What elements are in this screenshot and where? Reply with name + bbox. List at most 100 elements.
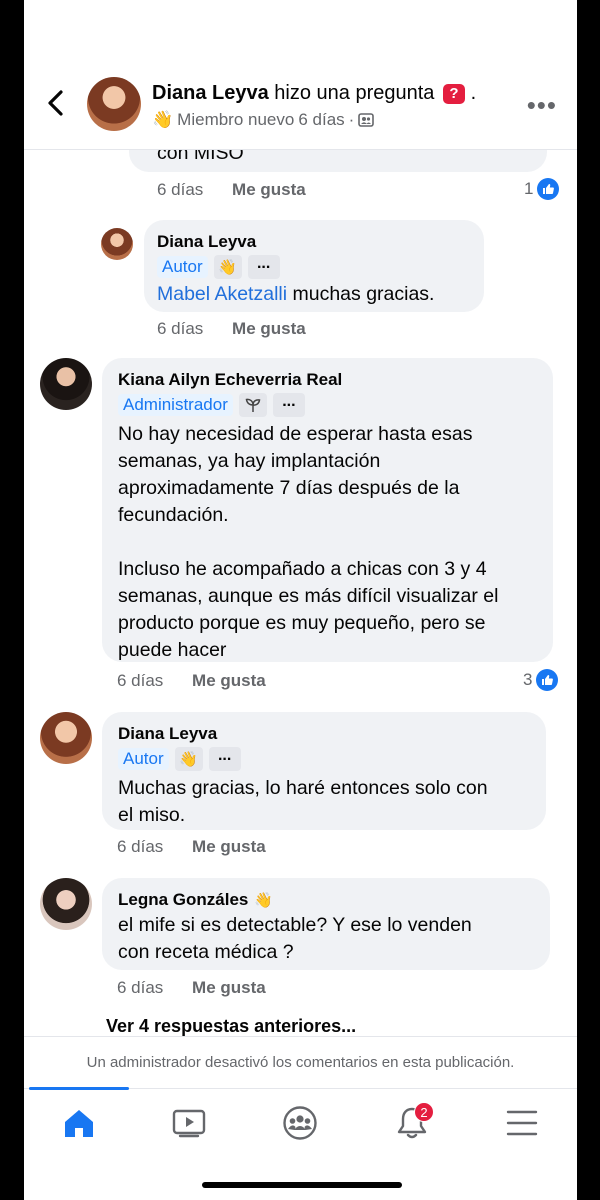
comment-line: Muchas gracias, lo haré entonces solo co… [118, 777, 488, 799]
comment-line: No hay necesidad de esperar hasta esas [118, 423, 473, 445]
active-tab-indicator [29, 1087, 129, 1090]
commenter-name[interactable]: Legna Gonzáles [118, 890, 248, 910]
comment-meta: 6 días Me gusta [117, 837, 266, 857]
commenter-name[interactable]: Diana Leyva [118, 724, 488, 744]
author-name[interactable]: Diana Leyva [152, 82, 269, 104]
comment-text: el mife si es detectable? Y ese lo vende… [118, 912, 472, 966]
like-reaction-icon [536, 669, 559, 691]
like-button[interactable]: Me gusta [192, 978, 266, 997]
comment-meta-partial: 6 días Me gusta [157, 180, 306, 200]
notification-count-badge: 2 [414, 1102, 434, 1122]
comment-time[interactable]: 6 días [117, 671, 163, 690]
more-badges-icon[interactable]: ... [208, 747, 241, 771]
comment-line: puede hacer [118, 639, 227, 661]
comment-line: semanas, aunque es más difícil visualiza… [118, 585, 499, 607]
commenter-badges: Autor 👋 ... [157, 255, 434, 279]
comment-line: semanas, ya hay implantación [118, 450, 381, 472]
group-privacy-icon [358, 113, 375, 127]
menu-icon [506, 1110, 538, 1136]
comment-bubble: Legna Gonzáles 👋 el mife si es detectabl… [102, 878, 550, 970]
avatar[interactable] [101, 228, 133, 260]
commenter-name[interactable]: Kiana Ailyn Echeverria Real [118, 370, 498, 390]
comments-list: con MISO 6 días Me gusta 1 Diana Leyva A… [24, 150, 577, 1036]
comment-content: Kiana Ailyn Echeverria Real Administrado… [118, 370, 498, 664]
comment-time[interactable]: 6 días [157, 319, 203, 338]
tab-groups[interactable] [278, 1101, 322, 1145]
comment-content: Legna Gonzáles 👋 el mife si es detectabl… [118, 888, 472, 966]
tab-notifications[interactable]: 2 [390, 1101, 434, 1145]
commenter-header: Legna Gonzáles 👋 [118, 888, 472, 912]
like-button[interactable]: Me gusta [192, 837, 266, 856]
wave-hand-icon: 👋 [174, 747, 203, 771]
video-icon [172, 1109, 206, 1138]
comment-content: Diana Leyva Autor 👋 ... Mabel Aketzalli … [157, 232, 434, 308]
title-trailing: . [470, 82, 477, 104]
comment-time[interactable]: 6 días [157, 180, 203, 199]
commenter-badges: Autor 👋 ... [118, 747, 488, 771]
screen: Diana Leyva hizo una pregunta ? . 👋 Miem… [24, 0, 577, 1200]
member-label: Miembro nuevo [177, 110, 295, 129]
tab-video[interactable] [167, 1101, 211, 1145]
avatar[interactable] [40, 878, 92, 930]
comment-meta: 6 días Me gusta [117, 671, 266, 691]
reaction-count[interactable]: 3 [523, 669, 559, 691]
comment-line: fecundación. [118, 504, 229, 526]
comment-line: con receta médica ? [118, 941, 294, 963]
post-time[interactable]: 6 días [298, 110, 344, 130]
comment-meta: 6 días Me gusta [157, 319, 306, 339]
home-indicator [202, 1182, 402, 1188]
tab-home[interactable] [57, 1101, 101, 1145]
bottom-tab-bar: 2 [24, 1087, 577, 1156]
more-options-icon[interactable]: ••• [527, 90, 557, 121]
post-action: hizo una pregunta [274, 82, 435, 104]
role-badge: Autor [157, 256, 208, 278]
wave-hand-icon: 👋 [152, 110, 174, 129]
reaction-count[interactable]: 1 [524, 178, 560, 200]
comment-line: aproximadamente 7 días después de la [118, 477, 460, 499]
question-icon: ? [443, 84, 465, 104]
like-button[interactable]: Me gusta [232, 180, 306, 199]
more-badges-icon[interactable]: ... [247, 255, 280, 279]
role-badge: Administrador [118, 394, 233, 416]
wave-hand-icon: 👋 [254, 892, 274, 909]
comment-bubble: Kiana Ailyn Echeverria Real Administrado… [102, 358, 553, 662]
comment-content: Diana Leyva Autor 👋 ... Muchas gracias, … [118, 724, 488, 829]
role-badge: Autor [118, 748, 169, 770]
reaction-number: 1 [524, 179, 534, 198]
comment-text: No hay necesidad de esperar hasta esas s… [118, 421, 498, 664]
like-reaction-icon [537, 178, 560, 200]
post-title: Diana Leyva hizo una pregunta ? . [152, 82, 476, 105]
avatar[interactable] [40, 712, 92, 764]
home-icon [65, 1110, 93, 1137]
back-arrow-icon[interactable] [46, 90, 66, 116]
avatar[interactable] [40, 358, 92, 410]
comments-disabled-note: Un administrador desactivó los comentari… [24, 1036, 577, 1088]
comment-time[interactable]: 6 días [117, 837, 163, 856]
comment-line: producto porque es muy pequeño, pero se [118, 612, 486, 634]
comment-text: Mabel Aketzalli muchas gracias. [157, 281, 434, 308]
header-divider [24, 149, 577, 150]
like-button[interactable]: Me gusta [232, 319, 306, 338]
comment-line: el mife si es detectable? Y ese lo vende… [118, 914, 472, 936]
more-badges-icon[interactable]: ... [272, 393, 305, 417]
groups-icon [283, 1106, 317, 1140]
reaction-number: 3 [523, 670, 533, 689]
view-previous-replies-link[interactable]: Ver 4 respuestas anteriores... [106, 1016, 356, 1036]
comment-line: el miso. [118, 804, 186, 826]
post-meta: 👋 Miembro nuevo 6 días · [152, 110, 375, 130]
comment-meta: 6 días Me gusta [117, 978, 266, 998]
comment-bubble: Diana Leyva Autor 👋 ... Mabel Aketzalli … [144, 220, 484, 312]
post-header: Diana Leyva hizo una pregunta ? . 👋 Miem… [24, 60, 577, 150]
comment-line: Incluso he acompañado a chicas con 3 y 4 [118, 558, 487, 580]
comment-bubble: Diana Leyva Autor 👋 ... Muchas gracias, … [102, 712, 546, 830]
commenter-name[interactable]: Diana Leyva [157, 232, 434, 252]
author-avatar[interactable] [87, 77, 141, 131]
tab-menu[interactable] [500, 1101, 544, 1145]
comment-bubble-partial: con MISO [129, 150, 547, 172]
like-button[interactable]: Me gusta [192, 671, 266, 690]
wave-hand-icon: 👋 [213, 255, 242, 279]
comment-time[interactable]: 6 días [117, 978, 163, 997]
sprout-icon [238, 393, 267, 417]
meta-separator: · [348, 110, 355, 129]
mention-link[interactable]: Mabel Aketzalli [157, 283, 287, 305]
